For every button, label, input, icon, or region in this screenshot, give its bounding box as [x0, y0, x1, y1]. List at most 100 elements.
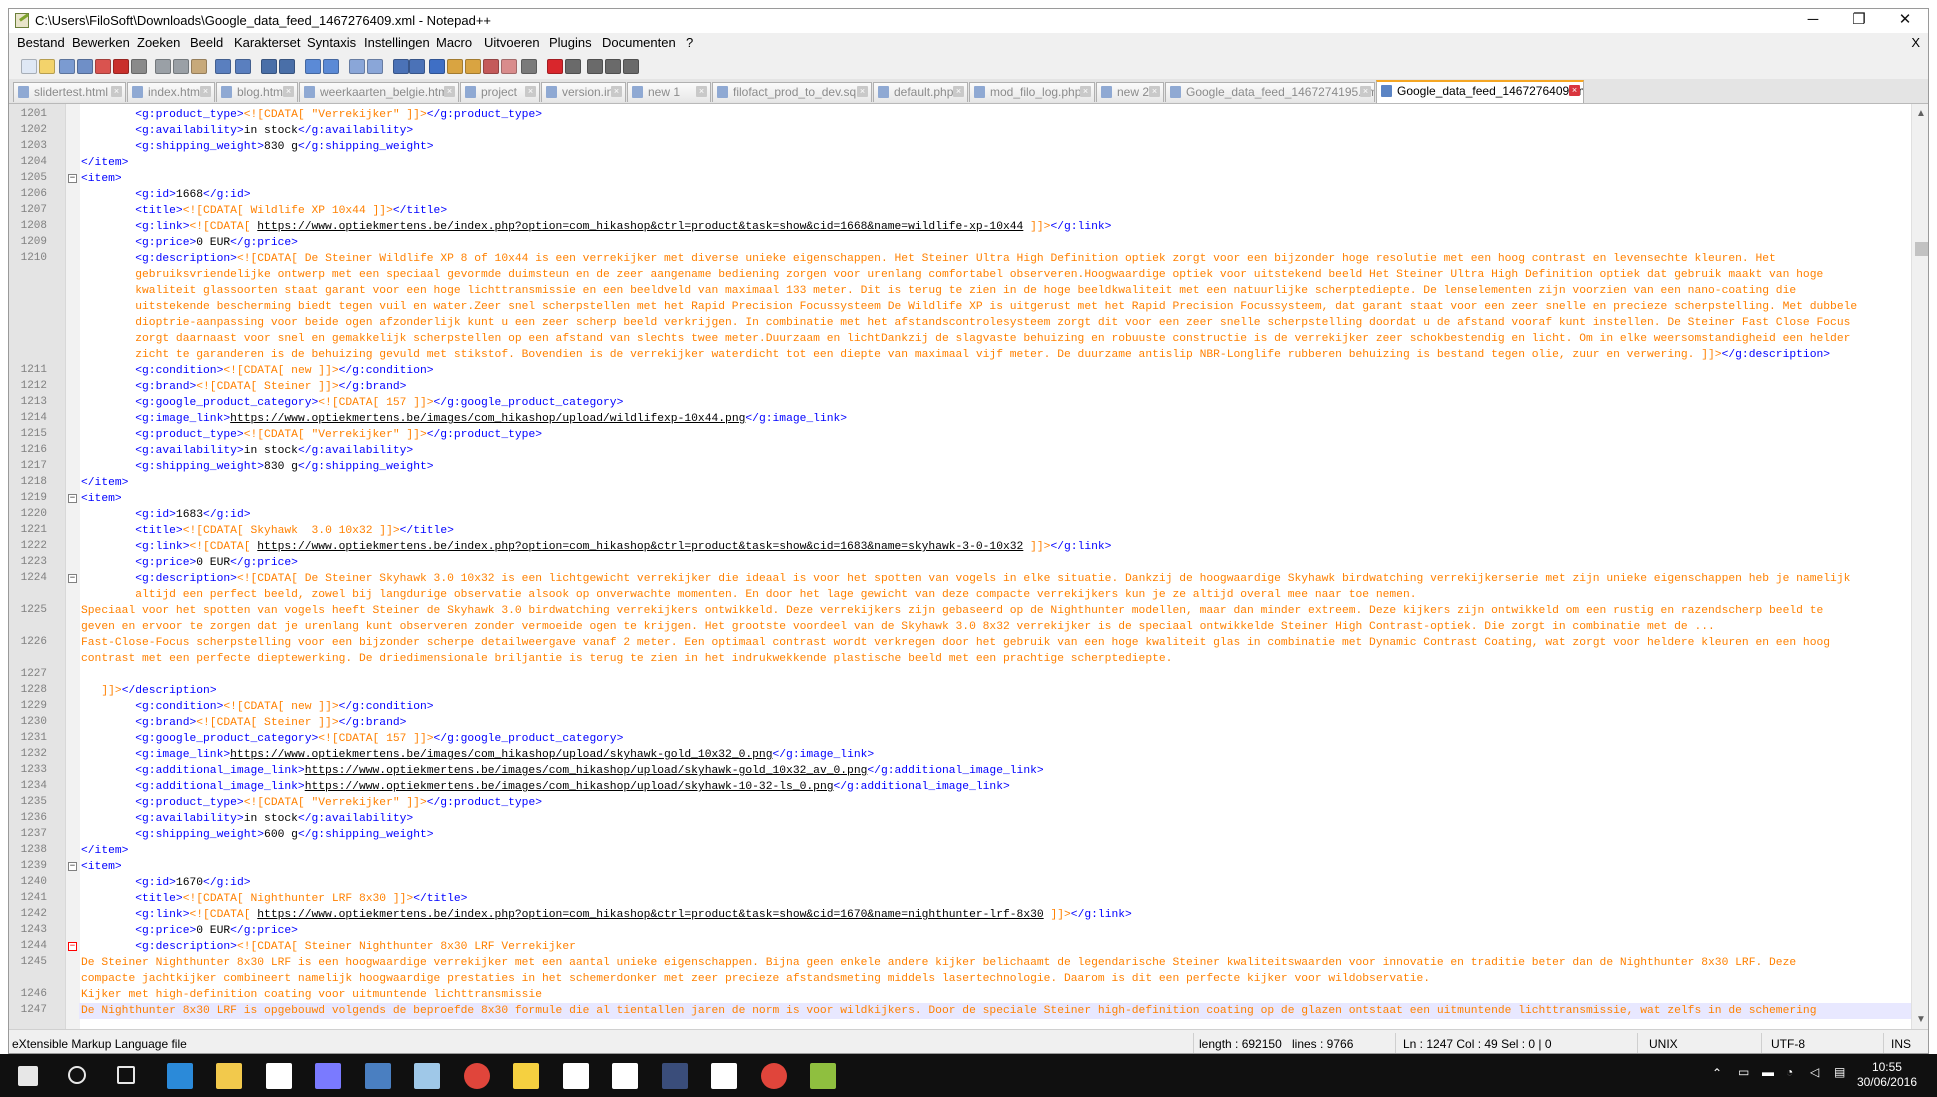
task-view-icon[interactable] [117, 1066, 135, 1084]
menu-instellingen[interactable]: Instellingen [364, 35, 430, 50]
record-macro-icon[interactable] [547, 59, 563, 74]
menu-macro[interactable]: Macro [436, 35, 472, 50]
menu-beeld[interactable]: Beeld [190, 35, 223, 50]
code-line[interactable]: ]]></description> [81, 683, 216, 699]
code-line[interactable]: <g:availability>in stock</g:availability… [81, 123, 413, 139]
code-line[interactable]: Fast-Close-Focus scherpstelling voor een… [81, 635, 1830, 651]
tray-wifi-icon[interactable]: ◔ [1786, 1065, 1793, 1079]
code-line[interactable]: gebruiksvriendelijke ontwerp met een spe… [81, 267, 1823, 283]
menu-bestand[interactable]: Bestand [17, 35, 65, 50]
code-line[interactable]: <g:product_type><![CDATA[ "Verrekijker" … [81, 795, 542, 811]
code-line[interactable]: <title><![CDATA[ Skyhawk 3.0 10x32 ]]></… [81, 523, 454, 539]
lightbulb-icon[interactable] [513, 1063, 539, 1089]
tab-close-icon[interactable]: × [696, 86, 707, 97]
tab[interactable]: filofact_prod_to_dev.sql × [712, 82, 872, 102]
play-macro-icon[interactable] [587, 59, 603, 74]
tab-close-icon[interactable]: × [857, 86, 868, 97]
menu-bewerken[interactable]: Bewerken [72, 35, 130, 50]
code-line[interactable]: <g:condition><![CDATA[ new ]]></g:condit… [81, 699, 433, 715]
code-line[interactable]: <g:brand><![CDATA[ Steiner ]]></g:brand> [81, 379, 406, 395]
code-line[interactable]: compacte jachtkijker combineert namelijk… [81, 971, 1430, 987]
code-line[interactable]: zorgt daarnaast voor snel en gemakkelijk… [81, 331, 1850, 347]
app-icon[interactable] [315, 1063, 341, 1089]
menu-documenten[interactable]: Documenten [602, 35, 676, 50]
tab[interactable]: index.html × [127, 82, 215, 102]
file-explorer-icon[interactable] [216, 1063, 242, 1089]
save-all-icon[interactable] [77, 59, 93, 74]
tab-close-icon[interactable]: × [200, 86, 211, 97]
tab-close-icon[interactable]: × [111, 86, 122, 97]
code-line[interactable]: <item> [81, 491, 122, 507]
replace-icon[interactable] [279, 59, 295, 74]
indent-guide-icon[interactable] [429, 59, 445, 74]
tab[interactable]: new 1 × [627, 82, 711, 102]
tab[interactable]: new 2 × [1096, 82, 1164, 102]
code-line[interactable]: <g:shipping_weight>830 g</g:shipping_wei… [81, 459, 433, 475]
save-icon[interactable] [59, 59, 75, 74]
menu-uitvoeren[interactable]: Uitvoeren [484, 35, 540, 50]
code-line[interactable]: <g:google_product_category><![CDATA[ 157… [81, 395, 623, 411]
menu-help[interactable]: ? [686, 35, 693, 50]
app-icon[interactable] [414, 1063, 440, 1089]
tray-notification-icon[interactable]: ▤ [1834, 1065, 1845, 1079]
code-line[interactable]: <g:additional_image_link>https://www.opt… [81, 779, 1010, 795]
code-line[interactable]: </item> [81, 155, 128, 171]
chrome-icon[interactable] [760, 1063, 787, 1089]
code-line[interactable]: <g:availability>in stock</g:availability… [81, 811, 413, 827]
menu-zoeken[interactable]: Zoeken [137, 35, 180, 50]
code-line[interactable]: <item> [81, 859, 122, 875]
code-line[interactable]: zicht te garanderen is de behuizing gevu… [81, 347, 1830, 363]
code-line[interactable]: <g:image_link>https://www.optiekmertens.… [81, 411, 847, 427]
tab[interactable]: slidertest.html × [13, 82, 126, 102]
tab-close-icon[interactable]: × [525, 86, 536, 97]
code-line[interactable]: altijd een perfect beeld, zowel bij lang… [81, 587, 1416, 603]
fold-toggle-icon[interactable]: − [68, 942, 77, 951]
save-macro-icon[interactable] [623, 59, 639, 74]
print-icon[interactable] [131, 59, 147, 74]
app-icon[interactable] [364, 1063, 391, 1089]
tab-close-icon[interactable]: × [1360, 86, 1371, 97]
chrome-icon[interactable] [463, 1063, 490, 1089]
code-line[interactable]: Kijker met high-definition coating voor … [81, 987, 542, 1003]
tray-volume-icon[interactable]: ◁ [1810, 1065, 1819, 1079]
code-line[interactable]: <g:price>0 EUR</g:price> [81, 923, 298, 939]
document-icon[interactable] [562, 1063, 589, 1089]
scroll-down-icon[interactable]: ▼ [1916, 1014, 1926, 1025]
editor[interactable]: 1201 <g:product_type><![CDATA[ "Verrekij… [9, 104, 1911, 1029]
fold-toggle-icon[interactable]: − [68, 574, 77, 583]
minimize-button[interactable]: ─ [1790, 9, 1836, 33]
fold-toggle-icon[interactable]: − [68, 862, 77, 871]
tab-close-icon[interactable]: × [1080, 86, 1091, 97]
function-list-icon[interactable] [483, 59, 499, 74]
code-line[interactable]: <g:additional_image_link>https://www.opt… [81, 763, 1043, 779]
zoom-in-icon[interactable] [305, 59, 321, 74]
code-line[interactable]: <title><![CDATA[ Wildlife XP 10x44 ]]></… [81, 203, 447, 219]
tab-close-icon[interactable]: × [444, 86, 455, 97]
taskbar-clock[interactable]: 10:55 30/06/2016 [1857, 1060, 1917, 1090]
calculator-icon[interactable] [711, 1063, 737, 1089]
folder-workspace-icon[interactable] [501, 59, 517, 74]
tab-close-icon[interactable]: × [611, 86, 622, 97]
code-line[interactable]: <g:description><![CDATA[ Steiner Nighthu… [81, 939, 576, 955]
code-line[interactable]: <item> [81, 171, 122, 187]
close-document-button[interactable]: X [1911, 35, 1920, 50]
word-wrap-icon[interactable] [393, 59, 409, 74]
new-file-icon[interactable] [21, 59, 37, 74]
close-icon[interactable] [95, 59, 111, 74]
tab[interactable]: project × [460, 82, 540, 102]
code-line[interactable]: </item> [81, 843, 128, 859]
code-line[interactable]: <g:price>0 EUR</g:price> [81, 555, 298, 571]
close-all-icon[interactable] [113, 59, 129, 74]
code-line[interactable]: <g:brand><![CDATA[ Steiner ]]></g:brand> [81, 715, 406, 731]
code-line[interactable]: <g:product_type><![CDATA[ "Verrekijker" … [81, 427, 542, 443]
windows-start-icon[interactable] [18, 1066, 38, 1086]
code-line[interactable]: <g:link><![CDATA[ https://www.optiekmert… [81, 539, 1111, 555]
scroll-thumb[interactable] [1915, 242, 1928, 256]
stop-macro-icon[interactable] [565, 59, 581, 74]
code-line[interactable]: <g:image_link>https://www.optiekmertens.… [81, 747, 874, 763]
code-line[interactable]: <title><![CDATA[ Nighthunter LRF 8x30 ]]… [81, 891, 467, 907]
cut-icon[interactable] [155, 59, 171, 74]
code-line[interactable]: <g:description><![CDATA[ De Steiner Skyh… [81, 571, 1850, 587]
code-line[interactable]: <g:condition><![CDATA[ new ]]></g:condit… [81, 363, 433, 379]
tab[interactable]: Google_data_feed_1467274195.xml × [1165, 82, 1375, 102]
